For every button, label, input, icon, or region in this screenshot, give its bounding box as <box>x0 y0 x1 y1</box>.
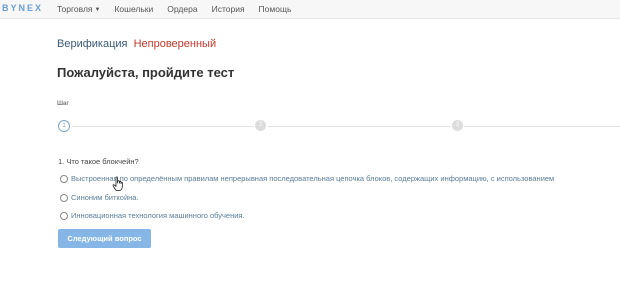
hand-cursor-icon <box>112 176 123 191</box>
page-title: Пожалуйста, пройдите тест <box>57 65 235 80</box>
main-nav: Торговля ▼ Кошельки Ордера История Помощь <box>57 4 305 14</box>
answer-option-3[interactable]: Инновационная технология машинного обуче… <box>60 211 245 220</box>
verification-label: Верификация <box>57 38 128 50</box>
nav-item-trading[interactable]: Торговля ▼ <box>57 4 100 14</box>
nav-item-label: Торговля <box>57 4 93 14</box>
top-navbar: BYNEX Торговля ▼ Кошельки Ордера История … <box>0 0 620 19</box>
verification-status: Верификация Непроверенный <box>57 38 216 50</box>
step-progress: 1 2 3 <box>0 118 620 136</box>
step-indicator-2: 2 <box>255 120 266 131</box>
step-indicator-1: 1 <box>58 120 70 132</box>
step-connector <box>464 126 620 127</box>
answer-option-2[interactable]: Синоним биткойна. <box>60 193 139 202</box>
status-badge: Непроверенный <box>133 38 217 50</box>
radio-button[interactable] <box>60 174 68 183</box>
radio-button[interactable] <box>60 193 68 202</box>
answer-option-label: Выстроенная по определённым правилам неп… <box>71 174 555 183</box>
site-logo[interactable]: BYNEX <box>2 3 43 13</box>
nav-item-history[interactable]: История <box>212 4 245 14</box>
step-indicator-3: 3 <box>452 120 463 131</box>
caret-down-icon: ▼ <box>94 7 101 13</box>
nav-item-orders[interactable]: Ордера <box>167 4 197 14</box>
nav-item-wallets[interactable]: Кошельки <box>114 4 153 14</box>
step-connector <box>72 126 254 127</box>
next-question-button[interactable]: Следующий вопрос <box>58 229 151 248</box>
nav-item-help[interactable]: Помощь <box>259 4 292 14</box>
step-connector <box>268 126 450 127</box>
answer-option-label: Синоним биткойна. <box>71 193 139 202</box>
step-label: Шаг <box>57 101 69 107</box>
quiz-question: 1. Что такое блокчейн? <box>58 157 139 166</box>
answer-option-1[interactable]: Выстроенная по определённым правилам неп… <box>60 174 554 183</box>
answer-option-label: Инновационная технология машинного обуче… <box>71 211 245 220</box>
radio-button[interactable] <box>60 211 68 220</box>
